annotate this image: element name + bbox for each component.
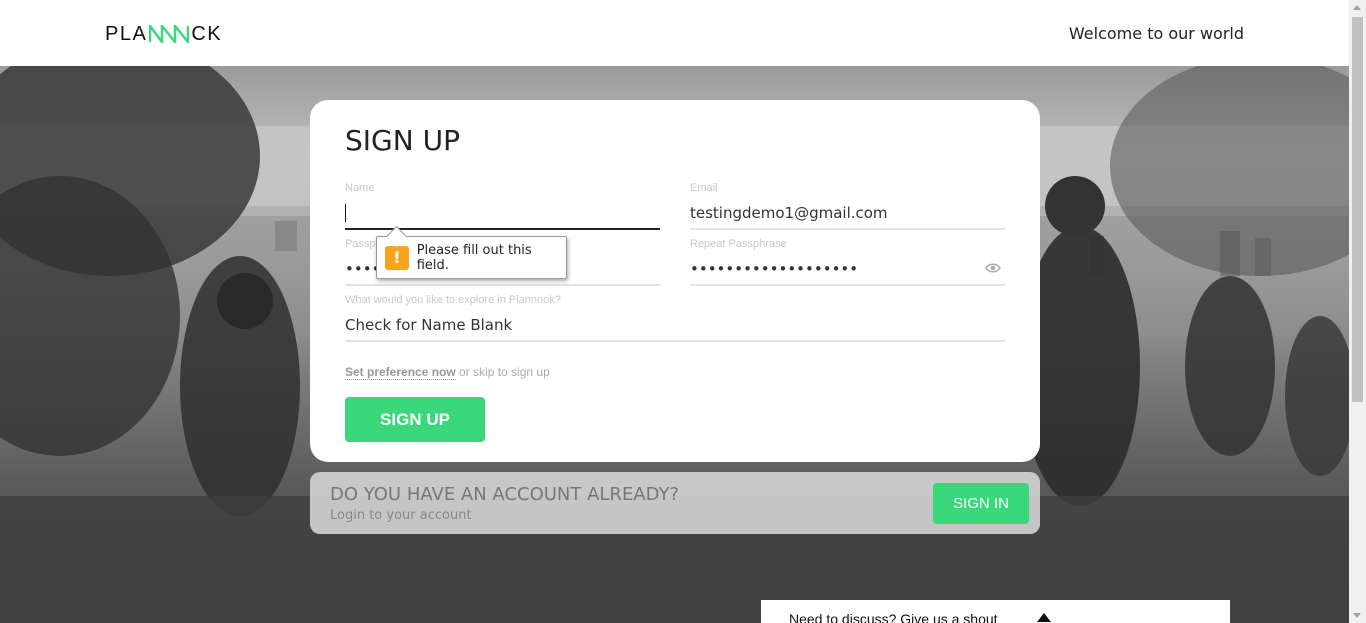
page-scrollbar[interactable] [1349,0,1366,623]
set-preference-link[interactable]: Set preference now [345,365,456,380]
chat-widget[interactable]: Need to discuss? Give us a shout [761,600,1230,623]
explore-field[interactable]: What would you like to explore in Plannn… [345,294,1005,342]
validation-tooltip: ! Please fill out this field. [376,236,567,279]
warning-icon: ! [385,245,409,270]
chevron-up-icon[interactable] [1037,613,1051,622]
passphrase-underline [345,284,660,286]
preference-rest: or skip to sign up [455,365,550,379]
eye-icon[interactable] [985,262,1001,274]
repeat-passphrase-field[interactable]: Repeat Passphrase ••••••••••••••••••• [690,238,1005,286]
account-subtext: Login to your account [330,508,472,523]
explore-input[interactable]: Check for Name Blank [345,316,512,334]
chat-widget-text: Need to discuss? Give us a shout [789,611,998,623]
explore-underline [345,340,1005,342]
name-label: Name [345,182,375,194]
text-cursor [345,204,346,222]
welcome-text: Welcome to our world [1068,24,1244,43]
repeat-passphrase-underline [690,284,1005,286]
explore-label: What would you like to explore in Plannn… [345,294,561,306]
name-field[interactable]: Name [345,182,660,230]
scroll-thumb[interactable] [1352,17,1363,402]
repeat-passphrase-input[interactable]: ••••••••••••••••••• [690,260,858,278]
email-input[interactable]: testingdemo1@gmail.com [690,204,888,222]
logo-mark-icon [149,25,190,43]
repeat-passphrase-label: Repeat Passphrase [690,238,787,250]
email-field[interactable]: Email testingdemo1@gmail.com [690,182,1005,230]
scroll-up-icon[interactable] [1353,5,1361,10]
scroll-down-icon[interactable] [1353,613,1361,618]
existing-account-panel: DO YOU HAVE AN ACCOUNT ALREADY? Login to… [310,472,1040,534]
email-underline [690,228,1005,230]
preference-text: Set preference now or skip to sign up [345,365,550,380]
plannnok-logo[interactable]: PLA CK [105,22,222,46]
signin-button[interactable]: SIGN IN [933,483,1029,524]
signup-card: SIGN UP Name Email testingdemo1@gmail.co… [310,100,1040,462]
validation-message: Please fill out this field. [416,242,532,273]
signup-title: SIGN UP [345,124,460,157]
top-header: PLA CK Welcome to our world [0,0,1349,66]
email-label: Email [690,182,718,194]
account-question: DO YOU HAVE AN ACCOUNT ALREADY? [330,484,680,505]
logo-text-right: CK [191,22,223,45]
signup-button[interactable]: SIGN UP [345,397,485,442]
logo-text-left: PLA [105,22,148,45]
